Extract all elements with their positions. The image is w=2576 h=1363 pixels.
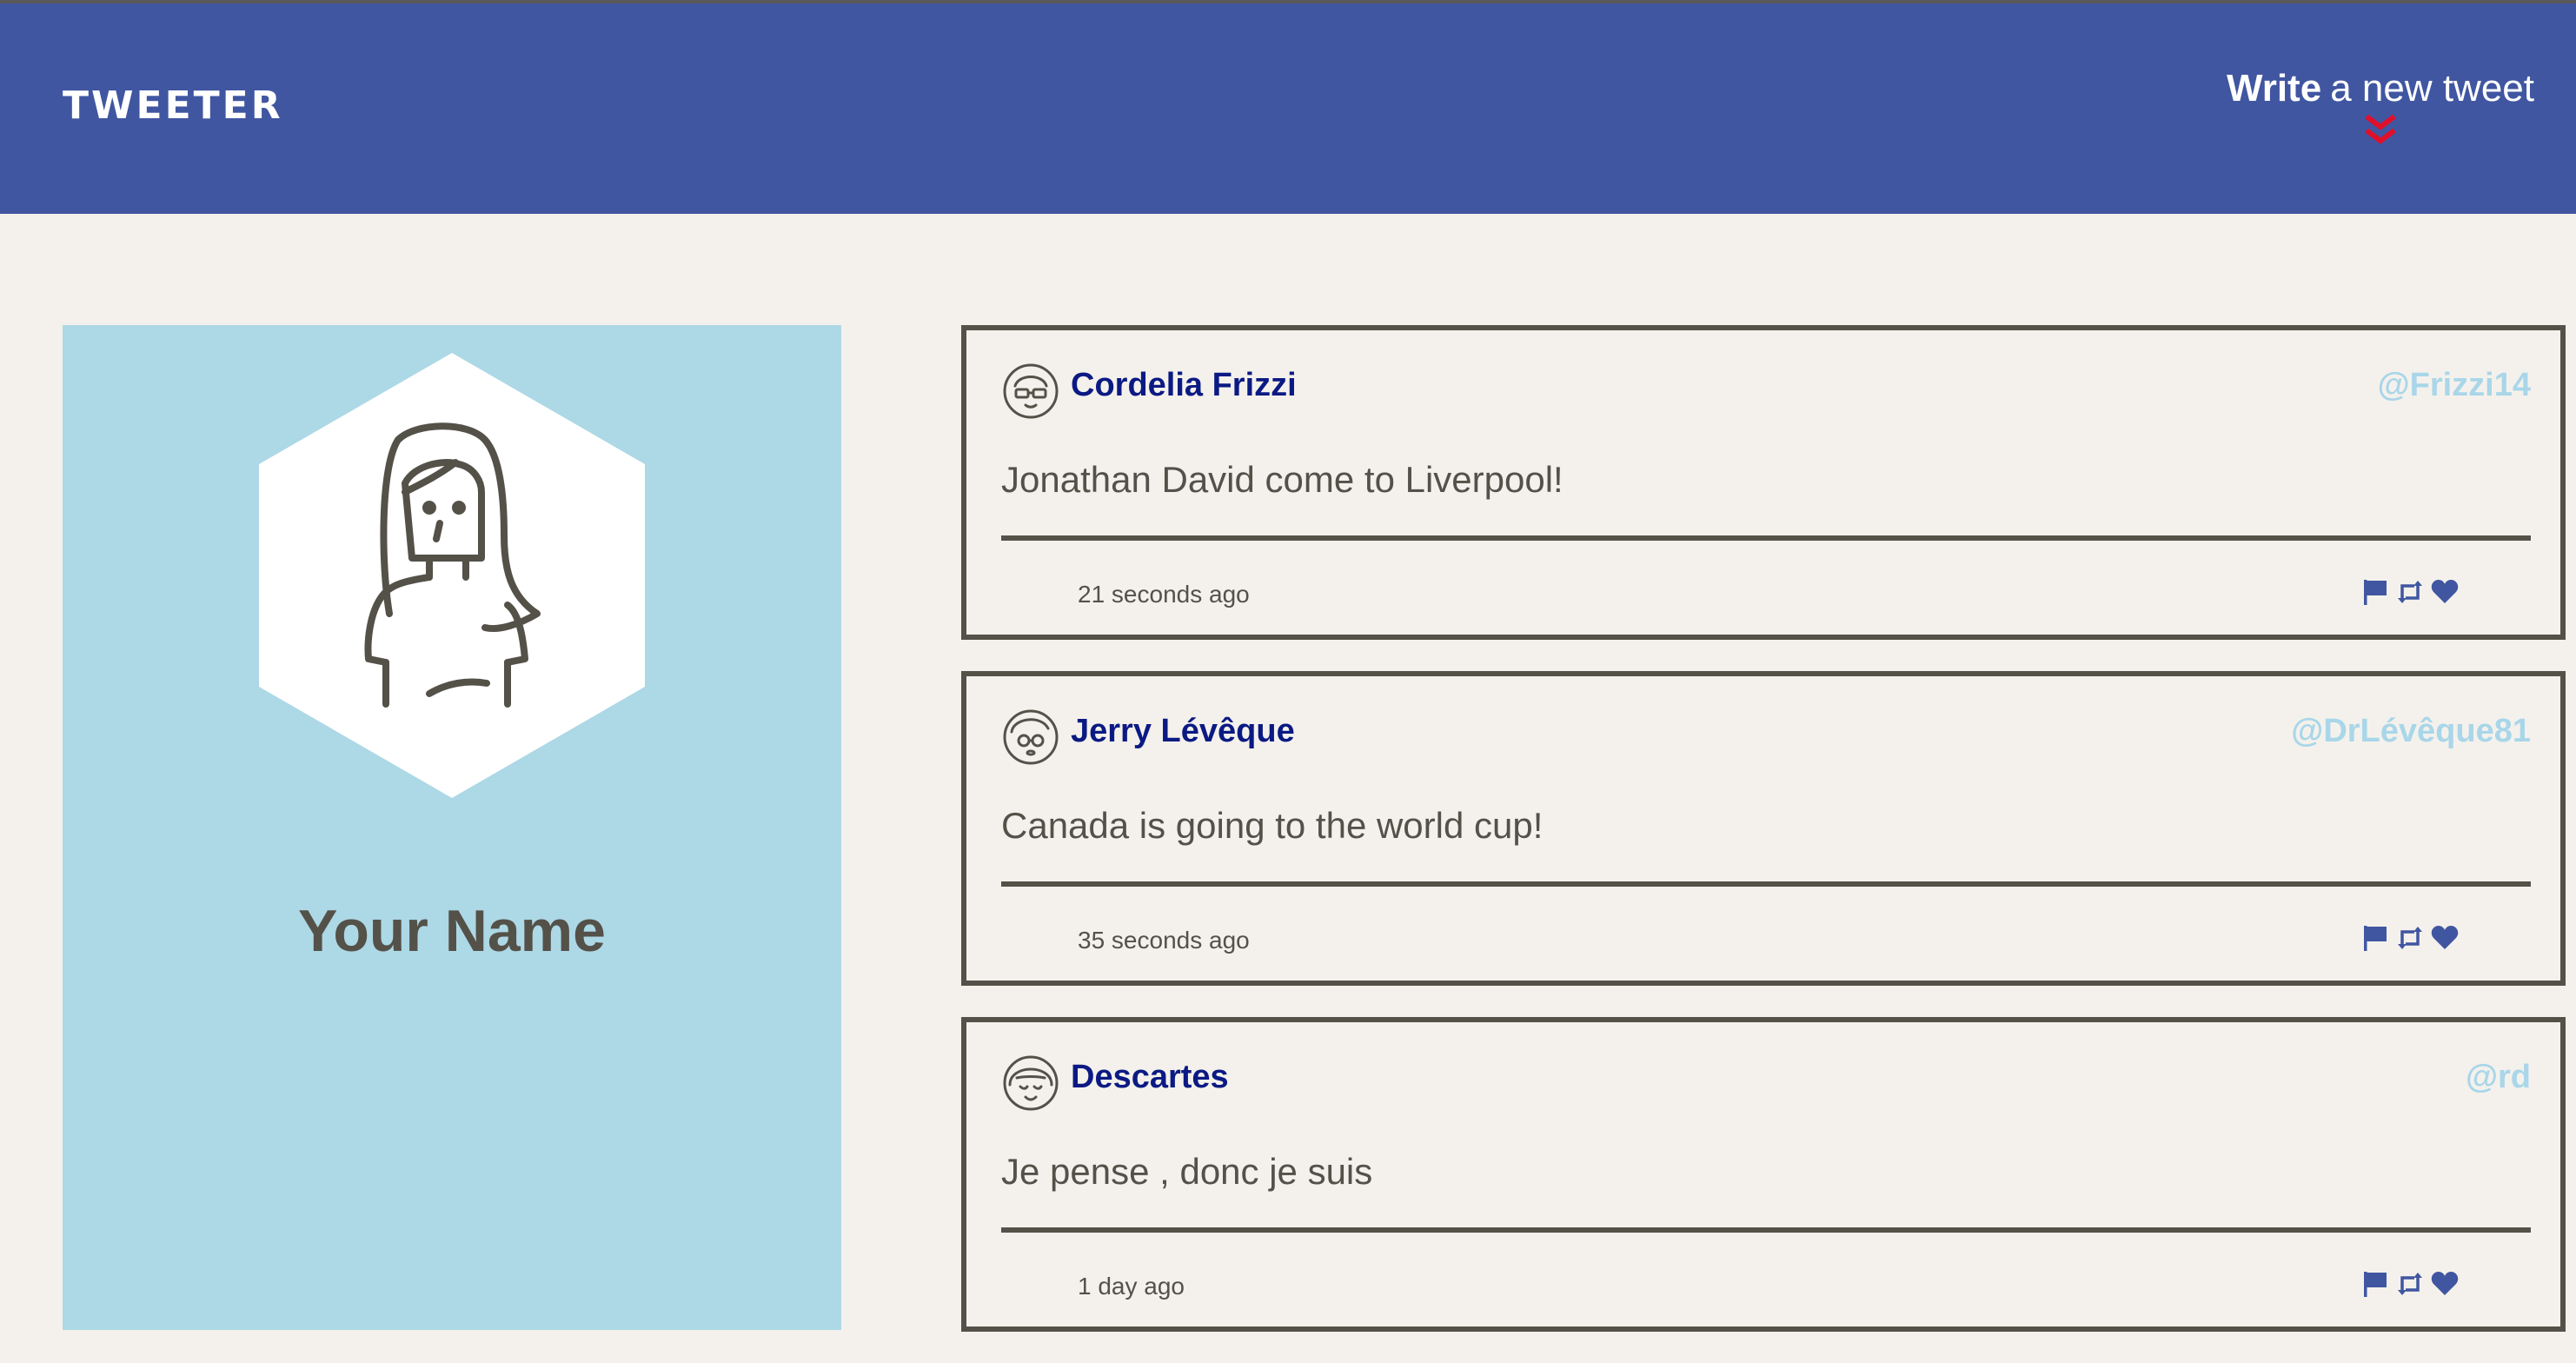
heart-icon[interactable] xyxy=(2430,577,2460,607)
write-tweet-label-strong: Write xyxy=(2226,67,2322,110)
write-tweet-toggle[interactable]: Write a new tweet xyxy=(2226,67,2534,148)
tweet-card: Jerry Lévêque @DrLévêque81 Canada is goi… xyxy=(961,671,2566,986)
tweet-card: Descartes @rd Je pense , donc je suis 1 … xyxy=(961,1017,2566,1332)
user-avatar-icon xyxy=(1001,360,1060,422)
tweet-divider xyxy=(1001,535,2531,541)
tweet-feed: Cordelia Frizzi @Frizzi14 Jonathan David… xyxy=(961,325,2566,1363)
profile-avatar xyxy=(259,353,645,798)
tweet-divider xyxy=(1001,881,2531,887)
tweet-author-name[interactable]: Jerry Lévêque xyxy=(1071,713,1295,750)
tweet-author-name[interactable]: Descartes xyxy=(1071,1059,1229,1096)
navbar: TWEETER Write a new tweet xyxy=(0,3,2576,214)
tweet-author-handle[interactable]: @DrLévêque81 xyxy=(2291,713,2531,750)
tweet-actions xyxy=(2360,923,2460,953)
tweet-content: Je pense , donc je suis xyxy=(1001,1151,1373,1192)
tweet-divider xyxy=(1001,1227,2531,1233)
tweet-timestamp: 35 seconds ago xyxy=(1078,927,1250,954)
double-chevron-down-icon[interactable] xyxy=(2361,113,2400,148)
tweet-actions xyxy=(2360,577,2460,607)
brand-logo[interactable]: TWEETER xyxy=(63,87,283,125)
tweet-header: Descartes @rd xyxy=(1001,1052,2531,1116)
tweet-header: Jerry Lévêque @DrLévêque81 xyxy=(1001,706,2531,770)
retweet-icon[interactable] xyxy=(2395,577,2425,607)
tweet-card: Cordelia Frizzi @Frizzi14 Jonathan David… xyxy=(961,325,2566,640)
flag-icon[interactable] xyxy=(2360,577,2390,607)
tweet-content: Canada is going to the world cup! xyxy=(1001,805,1544,846)
write-tweet-label[interactable]: Write a new tweet xyxy=(2226,67,2534,110)
profile-card: Your Name xyxy=(63,325,841,1330)
retweet-icon[interactable] xyxy=(2395,923,2425,953)
user-avatar-icon xyxy=(1001,706,1060,768)
profile-name: Your Name xyxy=(298,898,606,964)
heart-icon[interactable] xyxy=(2430,1269,2460,1299)
heart-icon[interactable] xyxy=(2430,923,2460,953)
flag-icon[interactable] xyxy=(2360,1269,2390,1299)
tweet-content: Jonathan David come to Liverpool! xyxy=(1001,459,1564,500)
tweet-timestamp: 21 seconds ago xyxy=(1078,581,1250,608)
tweet-author-name[interactable]: Cordelia Frizzi xyxy=(1071,367,1297,404)
write-tweet-label-rest: a new tweet xyxy=(2330,67,2534,110)
tweet-timestamp: 1 day ago xyxy=(1078,1273,1185,1300)
tweet-header: Cordelia Frizzi @Frizzi14 xyxy=(1001,360,2531,424)
user-avatar-icon xyxy=(1001,1052,1060,1114)
profile-avatar-icon xyxy=(259,353,645,798)
tweet-author-handle[interactable]: @rd xyxy=(2466,1059,2531,1096)
tweet-author-handle[interactable]: @Frizzi14 xyxy=(2378,367,2531,404)
flag-icon[interactable] xyxy=(2360,923,2390,953)
tweet-actions xyxy=(2360,1269,2460,1299)
retweet-icon[interactable] xyxy=(2395,1269,2425,1299)
